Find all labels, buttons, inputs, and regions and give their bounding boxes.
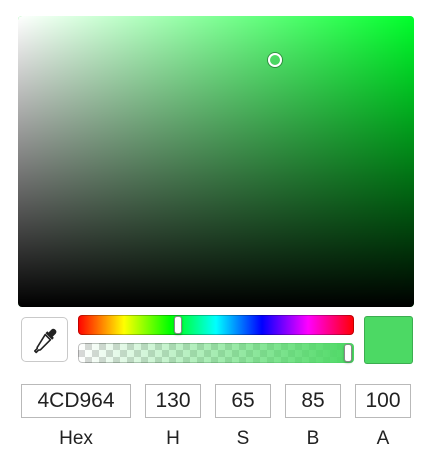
hex-label: Hex [59, 428, 93, 449]
eyedropper-icon [33, 328, 56, 353]
saturation-label: S [236, 428, 250, 449]
alpha-label: A [376, 428, 390, 449]
eyedropper-button[interactable] [21, 317, 68, 362]
hue-slider-handle[interactable] [173, 316, 182, 334]
brightness-label: B [306, 428, 320, 449]
saturation-input[interactable] [215, 384, 271, 418]
alpha-slider[interactable] [78, 343, 354, 363]
hex-input[interactable] [21, 384, 131, 418]
alpha-slider-handle[interactable] [344, 344, 352, 362]
hue-slider[interactable] [78, 315, 354, 335]
hue-input[interactable] [145, 384, 201, 418]
color-selector-handle[interactable] [268, 52, 283, 67]
color-preview-swatch [364, 316, 413, 364]
saturation-brightness-field[interactable] [18, 16, 414, 307]
brightness-input[interactable] [285, 384, 341, 418]
hue-label: H [166, 428, 180, 449]
alpha-input[interactable] [355, 384, 411, 418]
alpha-gradient [78, 343, 354, 363]
brightness-gradient [18, 16, 414, 307]
